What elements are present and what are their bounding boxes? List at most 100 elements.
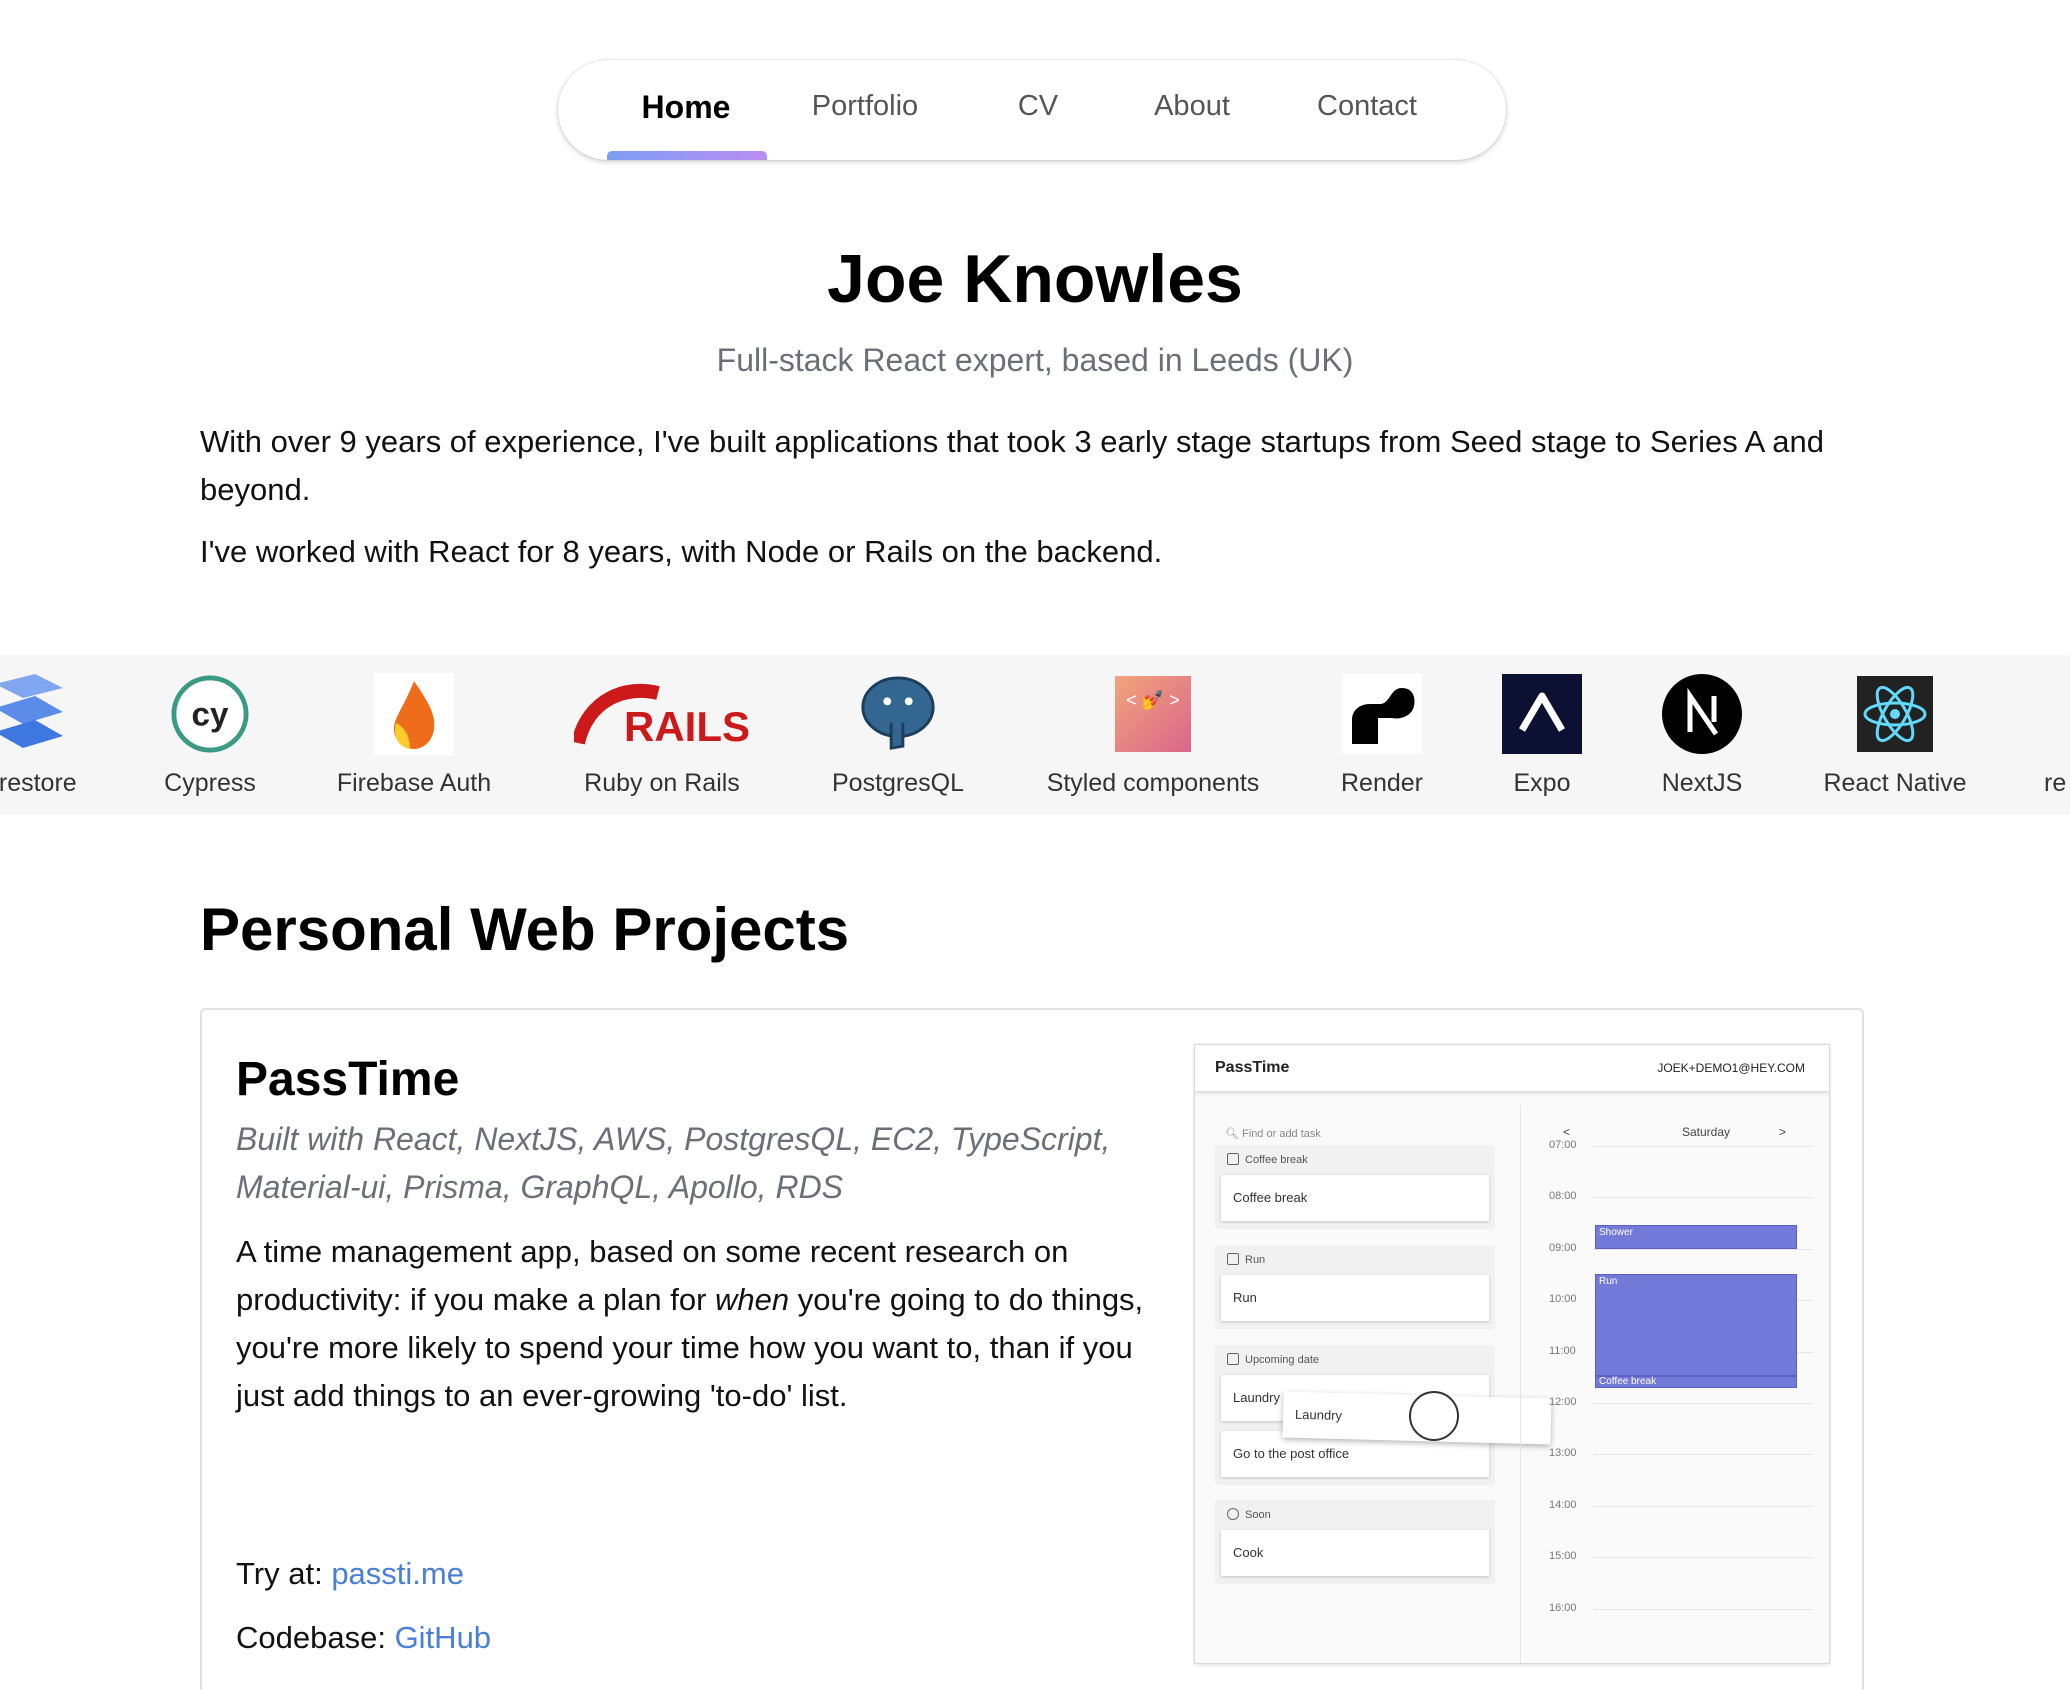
mock-task-group: Soon Cook bbox=[1215, 1500, 1495, 1584]
mock-next-day: > bbox=[1779, 1125, 1787, 1139]
intro-paragraph: With over 9 years of experience, I've bu… bbox=[200, 424, 1824, 507]
mock-user-email: JOEK+DEMO1@HEY.COM bbox=[1657, 1061, 1805, 1075]
tech-item: NextJS bbox=[1652, 673, 1752, 798]
mock-hour-label: 16:00 bbox=[1549, 1601, 1577, 1614]
tech-label: Expo bbox=[1513, 769, 1571, 797]
tech-label: Firebase Auth bbox=[336, 769, 492, 797]
mock-hour-label: 08:00 bbox=[1549, 1190, 1577, 1203]
mock-app-bar: PassTime JOEK+DEMO1@HEY.COM bbox=[1195, 1045, 1829, 1091]
styled-components-icon: < 💅 > bbox=[1113, 673, 1193, 755]
tech-item: Firebase Auth bbox=[328, 673, 500, 798]
mock-search: 🔍︎ Find or add task bbox=[1225, 1128, 1321, 1140]
tech-item: Expo bbox=[1492, 673, 1592, 798]
react-icon bbox=[1855, 673, 1935, 755]
mock-hour-line bbox=[1593, 1608, 1813, 1610]
mock-group-head: Upcoming date bbox=[1245, 1354, 1319, 1366]
mock-hour-label: 07:00 bbox=[1549, 1139, 1577, 1151]
tech-label: re bbox=[2044, 769, 2067, 797]
mock-event: Coffee break bbox=[1595, 1376, 1797, 1388]
mock-hour-label: 12:00 bbox=[1549, 1396, 1577, 1408]
firestore-icon bbox=[0, 673, 75, 755]
mock-task-group: Coffee break Coffee break bbox=[1215, 1145, 1495, 1229]
tech-item: irestore bbox=[0, 673, 100, 798]
render-icon bbox=[1342, 673, 1422, 755]
calendar-icon bbox=[1227, 1353, 1239, 1365]
nav-portfolio[interactable]: Portfolio bbox=[800, 90, 930, 123]
mock-task: Coffee break bbox=[1221, 1175, 1489, 1221]
rails-icon: RAILS bbox=[572, 673, 752, 755]
postgresql-icon bbox=[858, 673, 938, 755]
nav-about[interactable]: About bbox=[1140, 90, 1244, 123]
mock-event: Run bbox=[1595, 1274, 1797, 1376]
mock-divider bbox=[1520, 1105, 1521, 1663]
tech-item: PostgresQL bbox=[820, 673, 976, 798]
mock-day-title: Saturday bbox=[1681, 1125, 1731, 1139]
mock-group-head: Coffee break bbox=[1245, 1154, 1308, 1166]
mock-hour-label: 15:00 bbox=[1549, 1550, 1577, 1563]
nav-contact[interactable]: Contact bbox=[1308, 90, 1426, 123]
svg-text:cy: cy bbox=[192, 697, 229, 734]
tech-label: PostgresQL bbox=[831, 769, 964, 797]
mock-hour-label: 10:00 bbox=[1549, 1293, 1577, 1306]
mock-hour-line bbox=[1593, 1197, 1813, 1199]
clock-icon bbox=[1227, 1508, 1239, 1520]
project-description: A time management app, based on some rec… bbox=[236, 1228, 1156, 1420]
nav-active-indicator bbox=[607, 151, 767, 160]
tech-label: irestore bbox=[0, 769, 77, 797]
mock-hour-line bbox=[1593, 1454, 1813, 1456]
codebase-label: Codebase: bbox=[236, 1620, 395, 1655]
project-card: PassTime Built with React, NextJS, AWS, … bbox=[200, 1008, 1864, 1690]
drag-cursor-icon bbox=[1409, 1391, 1459, 1441]
mock-hour-line bbox=[1593, 1403, 1813, 1404]
tech-logo-cropped bbox=[2044, 673, 2070, 755]
page-title: Joe Knowles bbox=[827, 241, 1243, 317]
tech-label: Render bbox=[1341, 769, 1423, 797]
mock-prev-day: < bbox=[1563, 1125, 1571, 1139]
tech-label: Ruby on Rails bbox=[584, 769, 740, 797]
mock-task: Run bbox=[1221, 1275, 1489, 1321]
mock-hour-line bbox=[1593, 1146, 1813, 1147]
tech-item: < 💅 > Styled components bbox=[1040, 673, 1266, 798]
firebase-icon bbox=[374, 673, 454, 755]
mock-group-head: Soon bbox=[1245, 1509, 1271, 1521]
tech-item: Render bbox=[1332, 673, 1432, 798]
mock-hour-line bbox=[1593, 1505, 1813, 1507]
codebase-row: Codebase: GitHub bbox=[236, 1620, 491, 1656]
section-title: Personal Web Projects bbox=[200, 896, 850, 963]
mock-task: Cook bbox=[1221, 1530, 1489, 1576]
mock-event: Shower bbox=[1595, 1225, 1797, 1249]
nav-cv[interactable]: CV bbox=[998, 90, 1078, 123]
project-tech-stack: Built with React, NextJS, AWS, PostgresQ… bbox=[236, 1121, 1111, 1205]
tech-label: NextJS bbox=[1661, 769, 1743, 797]
tech-carousel: irestore cy Cypress Firebase Auth RAILS … bbox=[0, 655, 2070, 815]
tech-item: cy Cypress bbox=[155, 673, 265, 798]
nav-home[interactable]: Home bbox=[620, 89, 752, 126]
page-subtitle: Full-stack React expert, based in Leeds … bbox=[716, 342, 1354, 378]
tech-item: re bbox=[2044, 673, 2070, 798]
svg-text:RAILS: RAILS bbox=[624, 703, 750, 749]
intro-paragraph: I've worked with React for 8 years, with… bbox=[200, 534, 1163, 569]
cypress-icon: cy bbox=[170, 673, 250, 755]
mock-hour-label: 09:00 bbox=[1549, 1241, 1577, 1254]
mock-search-placeholder: Find or add task bbox=[1242, 1128, 1321, 1140]
nextjs-icon bbox=[1662, 673, 1742, 755]
mock-hour-label: 14:00 bbox=[1549, 1498, 1577, 1511]
main-nav: Home Portfolio CV About Contact bbox=[558, 60, 1506, 160]
try-row: Try at: passti.me bbox=[236, 1556, 464, 1592]
try-link[interactable]: passti.me bbox=[331, 1556, 464, 1591]
tech-label: Cypress bbox=[164, 769, 256, 797]
tech-item: React Native bbox=[1812, 673, 1978, 798]
description-emphasis: when bbox=[715, 1282, 790, 1317]
mock-group-head: Run bbox=[1245, 1254, 1266, 1266]
tech-item: RAILS Ruby on Rails bbox=[572, 673, 752, 798]
svg-text:< 💅 >: < 💅 > bbox=[1126, 690, 1179, 710]
mock-hour-label: 13:00 bbox=[1549, 1447, 1577, 1460]
mock-app-name: PassTime bbox=[1215, 1059, 1290, 1076]
mock-task-group: Run Run bbox=[1215, 1245, 1495, 1329]
tech-label: Styled components bbox=[1046, 769, 1260, 797]
github-link[interactable]: GitHub bbox=[395, 1620, 491, 1655]
mock-hour-label: 11:00 bbox=[1549, 1344, 1576, 1357]
calendar-icon bbox=[1227, 1153, 1239, 1165]
project-title: PassTime bbox=[236, 1053, 460, 1106]
calendar-icon bbox=[1227, 1253, 1239, 1265]
